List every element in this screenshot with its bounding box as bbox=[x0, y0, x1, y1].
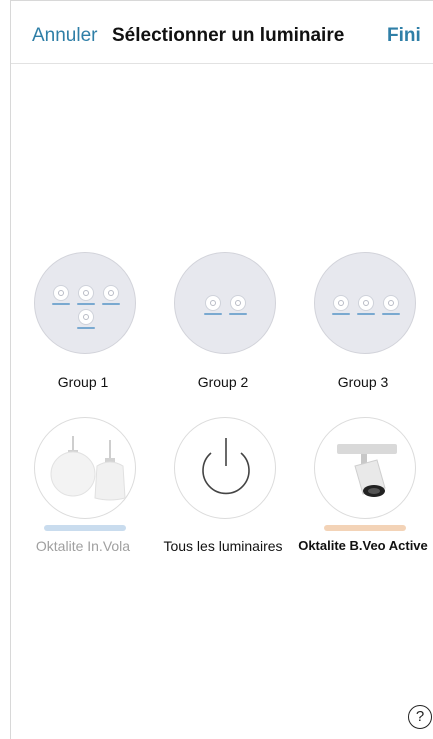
navigation-bar: Annuler Sélectionner un luminaire Fini bbox=[11, 1, 433, 64]
tile-label: Oktalite B.Veo Active bbox=[298, 538, 428, 553]
cancel-button[interactable]: Annuler bbox=[32, 25, 98, 47]
tile-all-luminaires[interactable]: Tous les luminaires bbox=[153, 417, 293, 557]
page-title: Sélectionner un luminaire bbox=[112, 25, 345, 46]
tile-label: Group 3 bbox=[337, 374, 389, 390]
tile-label: Group 1 bbox=[57, 374, 109, 390]
tile-group-1[interactable]: Group 1 bbox=[13, 252, 153, 392]
tile-oktalite-b-veo-active[interactable]: Oktalite B.Veo Active bbox=[293, 417, 433, 557]
app-frame: Annuler Sélectionner un luminaire Fini G… bbox=[10, 0, 433, 739]
help-button[interactable]: ? bbox=[408, 705, 432, 729]
done-button[interactable]: Fini bbox=[387, 25, 421, 47]
tile-group-3[interactable]: Group 3 bbox=[293, 252, 433, 392]
tile-label: Group 2 bbox=[197, 374, 249, 390]
track-spotlight-icon bbox=[314, 417, 416, 519]
luminaire-color-stripe bbox=[44, 525, 126, 531]
tile-label: Oktalite In.Vola bbox=[35, 538, 131, 554]
help-glyph: ? bbox=[415, 708, 425, 725]
group-icon bbox=[34, 252, 136, 354]
group-icon bbox=[174, 252, 276, 354]
group-icon bbox=[314, 252, 416, 354]
luminaire-color-stripe bbox=[324, 525, 406, 531]
tile-label: Tous les luminaires bbox=[163, 538, 283, 554]
tile-group-2[interactable]: Group 2 bbox=[153, 252, 293, 392]
tile-oktalite-in-vola[interactable]: Oktalite In.Vola bbox=[13, 417, 153, 557]
pendant-lamps-icon bbox=[34, 417, 136, 519]
power-icon bbox=[174, 417, 276, 519]
